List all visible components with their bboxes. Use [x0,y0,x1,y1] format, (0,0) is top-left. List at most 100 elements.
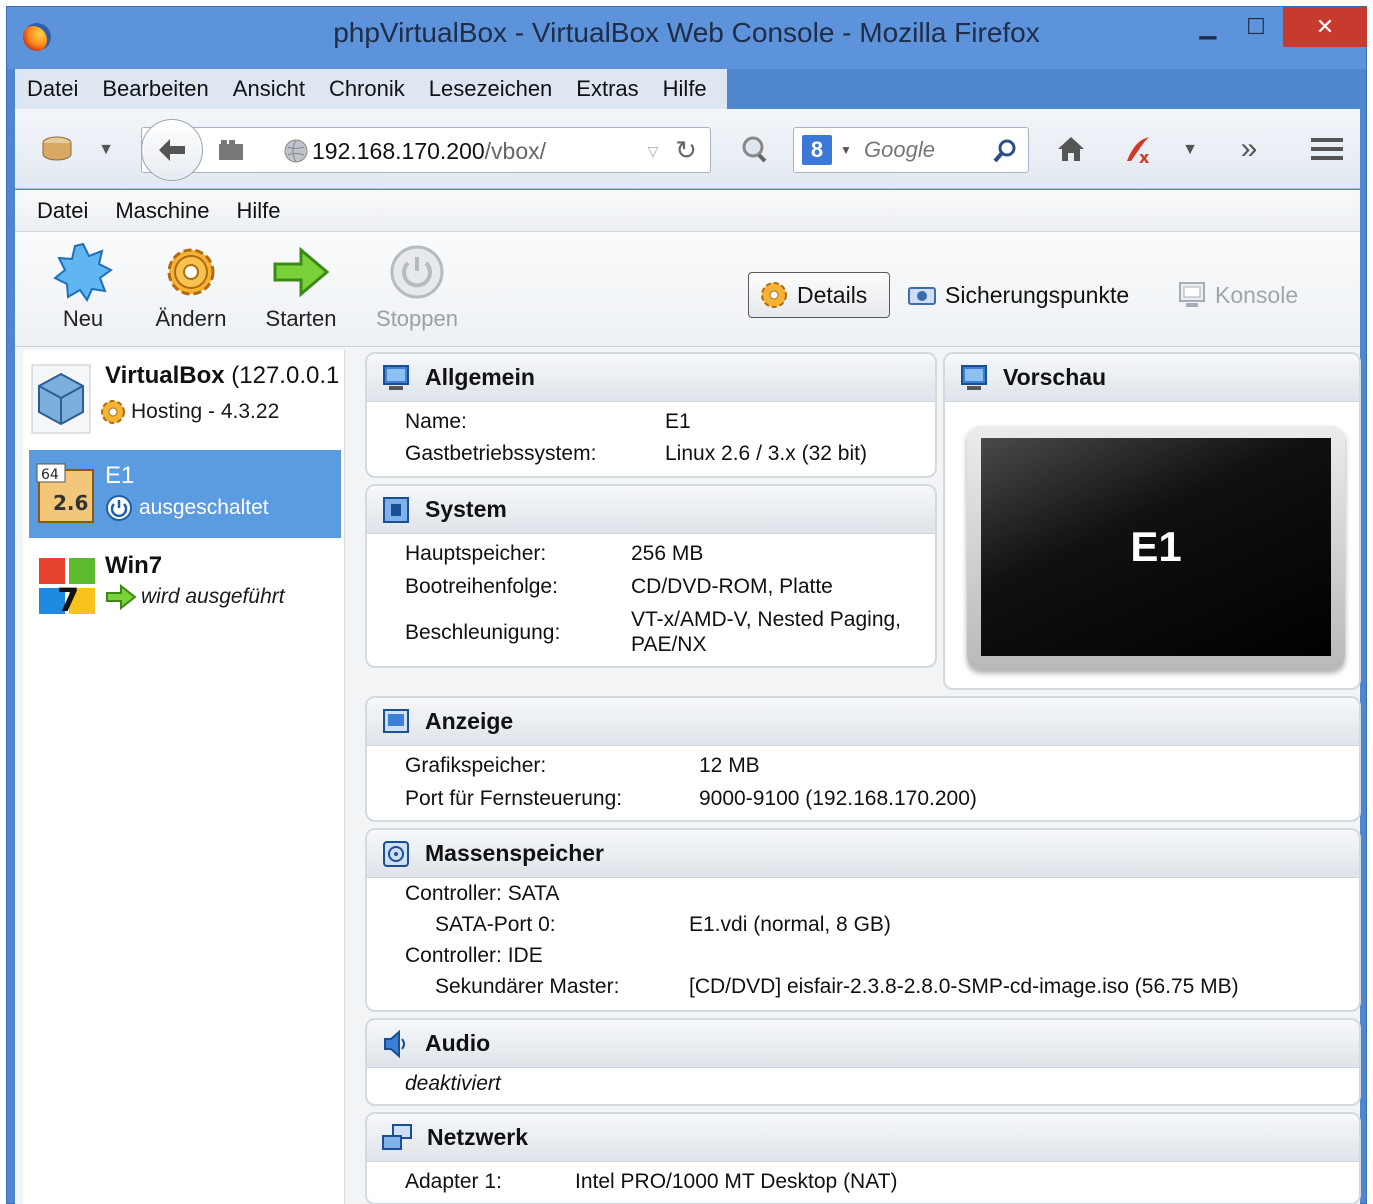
host-name-label: VirtualBox [105,362,225,389]
app-menu-hilfe[interactable]: Hilfe [237,198,281,224]
panel-audio-header[interactable]: Audio [367,1020,1359,1068]
panel-general-header[interactable]: Allgemein [367,354,935,402]
panel-display-header[interactable]: Anzeige [367,698,1359,746]
panel-network-header[interactable]: Netzwerk [367,1114,1359,1162]
new-star-icon [53,242,113,302]
system-boot-value: CD/DVD-ROM, Platte [631,575,833,598]
start-arrow-icon [271,242,331,302]
network-icon [381,1123,413,1153]
storage-controller-ide: Controller: IDE [405,944,543,967]
app-menu-bar: Datei Maschine Hilfe [15,190,1360,232]
system-ram-value: 256 MB [631,542,704,565]
start-vm-button[interactable]: Starten [251,242,351,342]
speaker-icon [381,1029,411,1059]
menu-ansicht[interactable]: Ansicht [233,76,305,102]
url-host: 192.168.170.200 [312,138,485,164]
details-gear-icon [759,280,789,310]
system-accel-value-1: VT-x/AMD-V, Nested Paging, [631,608,902,631]
panel-system-header[interactable]: System [367,486,935,534]
panel-audio-title: Audio [425,1030,491,1056]
general-os-value: Linux 2.6 / 3.x (32 bit) [665,442,867,465]
panel-storage-header[interactable]: Massenspeicher [367,830,1359,878]
linux-os-icon: 64 2.6 [35,462,97,526]
menu-extras[interactable]: Extras [576,76,638,102]
title-bar: phpVirtualBox - VirtualBox Web Console -… [7,7,1367,69]
powered-off-icon [105,494,133,522]
menu-hilfe[interactable]: Hilfe [663,76,707,102]
window-title: phpVirtualBox - VirtualBox Web Console -… [333,17,1040,48]
search-box[interactable]: 8 ▼ Google [793,127,1029,173]
start-vm-label: Starten [265,306,337,331]
browser-window: phpVirtualBox - VirtualBox Web Console -… [6,6,1367,1204]
maximize-button[interactable]: ☐ [1233,7,1279,47]
menu-datei[interactable]: Datei [27,76,78,102]
url-dropdown-icon[interactable]: ▽ [642,140,664,162]
tab-snapshots[interactable]: Sicherungspunkte [907,272,1129,318]
vm-name-e1: E1 [105,462,135,489]
app-menu-maschine[interactable]: Maschine [115,198,209,224]
display-vram-label: Grafikspeicher: [405,754,547,777]
panel-display-title: Anzeige [425,708,514,734]
app-menu-datei[interactable]: Datei [37,198,88,224]
menu-lesezeichen[interactable]: Lesezeichen [429,76,553,102]
storage-port0-label: SATA-Port 0: [435,913,556,936]
panel-general: Allgemein Name: E1 Gastbetriebssystem: L… [365,352,937,478]
preview-screen[interactable]: E1 [981,438,1331,656]
navigation-toolbar: ▼ 192.168.170.200/vbox/ ▽ ↻ 8 ▼ Google x… [15,109,1360,189]
menu-chronik[interactable]: Chronik [329,76,405,102]
vm-state-win7: wird ausgeführt [105,584,285,610]
reload-icon[interactable]: ↻ [672,135,700,165]
overflow-chevron-icon[interactable]: » [1229,131,1269,167]
menu-bearbeiten[interactable]: Bearbeiten [102,76,208,102]
tab-console-label: Konsole [1215,281,1299,308]
panel-storage-title: Massenspeicher [425,840,604,866]
close-button[interactable]: ✕ [1283,7,1367,47]
addon-dropdown-icon[interactable]: ▼ [1177,135,1203,165]
stop-vm-button[interactable]: Stoppen [367,242,467,342]
monitor-icon [381,363,411,393]
running-arrow-icon [105,584,137,610]
app-toolbar: Neu Ändern Starten Stoppen Details Siche… [15,232,1360,347]
display-remote-label: Port für Fernsteuerung: [405,787,623,810]
chevron-down-icon[interactable]: ▼ [93,135,119,165]
tabs-icon[interactable] [216,136,246,164]
details-pane: Allgemein Name: E1 Gastbetriebssystem: L… [361,350,1361,1204]
storage-port0-value: E1.vdi (normal, 8 GB) [689,913,891,936]
panel-preview-header[interactable]: Vorschau [945,354,1359,402]
search-addon-icon[interactable] [735,131,775,167]
network-adapter-label: Adapter 1: [405,1170,502,1193]
vm-item-e1[interactable]: 64 2.6 E1 ausgeschaltet [29,450,341,538]
minimize-button[interactable]: ▁ [1185,7,1231,47]
globe-icon[interactable] [282,137,310,165]
engine-dropdown-icon[interactable]: ▼ [838,140,854,160]
host-name: VirtualBox (127.0.0.1 [105,362,339,390]
camera-icon [907,283,937,307]
host-status-text: Hosting - 4.3.22 [131,400,280,423]
system-accel-label: Beschleunigung: [405,621,561,644]
system-accel-value-2: PAE/NX [631,633,707,656]
url-bar[interactable]: 192.168.170.200/vbox/ ▽ ↻ [141,127,711,173]
gear-icon [161,242,221,302]
change-vm-label: Ändern [155,306,227,331]
back-button[interactable] [141,119,203,181]
svg-text:x: x [1139,148,1150,167]
badge-main-text: 2.6 [53,491,88,515]
system-boot-label: Bootreihenfolge: [405,575,558,598]
vm-list: VirtualBox (127.0.0.1 Hosting - 4.3.22 6… [23,350,345,1204]
change-vm-button[interactable]: Ändern [141,242,241,342]
hosting-gear-icon [99,398,127,426]
browser-menu-bar: Datei Bearbeiten Ansicht Chronik Lesezei… [15,69,727,109]
search-icon[interactable] [990,136,1020,166]
google-engine-icon[interactable]: 8 [802,135,832,165]
host-entry[interactable]: VirtualBox (127.0.0.1 Hosting - 4.3.22 [29,360,341,444]
vm-item-win7[interactable]: 7 Win7 wird ausgeführt [29,546,341,626]
windows7-os-icon: 7 [37,556,99,619]
bookmark-menu-icon[interactable] [37,131,77,167]
tab-details[interactable]: Details [748,272,891,318]
new-vm-button[interactable]: Neu [33,242,133,342]
tab-console[interactable]: Konsole [1177,272,1298,318]
pdf-addon-icon[interactable]: x [1119,129,1159,169]
panel-display: Anzeige Grafikspeicher: 12 MB Port für F… [365,696,1361,822]
hamburger-menu-icon[interactable] [1307,131,1347,167]
home-icon[interactable] [1051,131,1091,167]
